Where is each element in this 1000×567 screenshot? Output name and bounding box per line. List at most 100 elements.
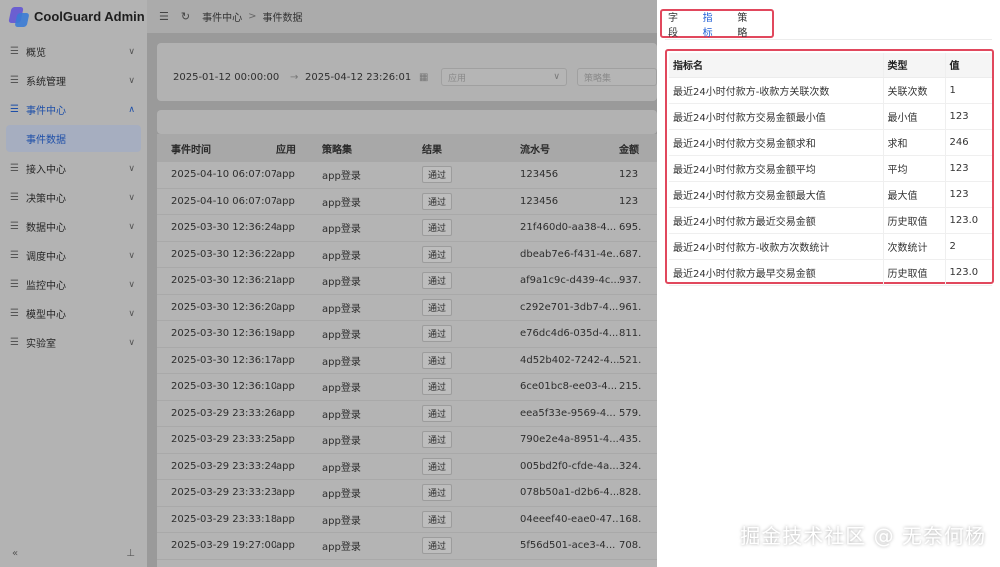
metric-cell: 246 (944, 129, 992, 156)
table-row[interactable]: 2025-03-30 12:36:22 app app登录 通过 dbeab7e6-f4… (157, 242, 657, 268)
sidebar-subitem-event-data[interactable]: 事件数据 (6, 125, 141, 152)
menu-icon: ☰ (10, 163, 19, 174)
refresh-icon[interactable]: ↻ (181, 10, 190, 23)
table-row[interactable]: 2025-03-30 12:36:21 app app登录 通过 af9a1c9c-d4… (157, 268, 657, 295)
table-cell: 通过 (422, 351, 520, 369)
table-row[interactable]: 2025-04-10 06:07:07 app app登录 通过 123456 123 (157, 162, 657, 189)
sidebar-item-label: 事件中心 (26, 106, 66, 117)
metric-cell: 123 (944, 155, 992, 182)
table-row[interactable]: 2025-03-29 23:33:23 app app登录 通过 078b50a1-d2… (157, 480, 657, 507)
table-cell: app登录 (322, 303, 361, 315)
chevron-up-icon: ∧ (128, 104, 135, 115)
table-row[interactable]: 2025-03-29 23:33:18 app app登录 通过 04eeef40-ea… (157, 507, 657, 533)
sidebar-item-schedule[interactable]: ☰ 调度中心 ∨ (0, 241, 147, 270)
metric-table-box: 指标名 类型 值 最近24小时付款方-收款方关联次数 关联次数 1 最近24小时付款方… (665, 49, 994, 286)
table-cell: app登录 (322, 383, 361, 395)
metric-cell: 次数统计 (882, 233, 945, 260)
metric-header-row: 指标名 类型 值 (669, 53, 992, 78)
metric-cell: 最近24小时付款方-收款方关联次数 (669, 77, 883, 104)
table-row[interactable]: 2025-03-30 12:36:10 app app登录 通过 6ce01bc8-ee… (157, 374, 657, 401)
metric-cell: 最近24小时付款方交易金额最小值 (669, 103, 883, 130)
table-cell: app登录 (322, 330, 361, 342)
metric-row: 最近24小时付款方交易金额平均 平均 123 (669, 155, 992, 182)
sidebar-item-label: 调度中心 (26, 252, 66, 263)
breadcrumb-item[interactable]: 事件中心 (202, 9, 242, 24)
result-tag: 通过 (422, 431, 453, 449)
table-cell: 168. (619, 513, 642, 525)
table-row[interactable]: 2025-03-29 19:27:00 app app登录 通过 5f56d501-ac… (157, 533, 657, 560)
top-bar: ☰ ↻ 事件中心 > 事件数据 (147, 0, 657, 33)
logo-row[interactable]: CoolGuard Admin (0, 0, 147, 33)
table-cell: 961. (619, 301, 642, 313)
table-cell: 2025-03-30 12:36:21 (171, 275, 276, 287)
table-row[interactable]: 2025-03-30 12:36:24 app app登录 通过 21f460d0-aa… (157, 215, 657, 242)
result-tag: 通过 (422, 404, 453, 422)
metric-cell: 123 (944, 181, 992, 208)
sidebar-item-system[interactable]: ☰ 系统管理 ∨ (0, 66, 147, 95)
table-row[interactable]: 2025-04-10 06:07:07 app app登录 通过 123456 123 (157, 189, 657, 215)
sidebar-item-decision[interactable]: ☰ 决策中心 ∨ (0, 183, 147, 212)
sidebar-item-event-center[interactable]: ☰ 事件中心 ∧ (0, 95, 147, 124)
logo-icon (8, 6, 30, 27)
end-date-input[interactable]: 2025-04-12 23:26:01 (305, 67, 411, 87)
table-cell: 通过 (422, 192, 520, 210)
table-cell: 2025-03-29 19:27:00 (171, 540, 276, 552)
app-select[interactable]: 应用 ∨ (441, 68, 567, 86)
calendar-icon[interactable]: ▦ (419, 67, 428, 87)
breadcrumb-item: 事件数据 (262, 13, 303, 24)
column-header: 结果 (422, 144, 442, 156)
result-tag: 通过 (422, 298, 453, 316)
sidebar-item-model[interactable]: ☰ 模型中心 ∨ (0, 299, 147, 328)
table-cell: app登录 (322, 436, 361, 448)
table-row[interactable]: 2025-03-29 23:33:25 app app登录 通过 790e2e4a-89… (157, 427, 657, 454)
metric-row: 最近24小时付款方最早交易金额 历史取值 123.0 (669, 259, 992, 286)
result-tag: 通过 (422, 537, 453, 555)
result-tag: 通过 (422, 378, 453, 396)
table-row[interactable]: 2025-03-30 12:36:20 app app登录 通过 c292e701-3d… (157, 295, 657, 321)
menu-icon: ☰ (10, 104, 19, 115)
drawer-tabs: 字段 指标 策略 (660, 9, 774, 39)
table-cell: app登录 (322, 197, 361, 209)
result-tag: 通过 (422, 166, 453, 184)
pin-icon[interactable]: ⊥ (126, 548, 135, 559)
metric-cell: 123.0 (944, 259, 992, 286)
sidebar-item-access[interactable]: ☰ 接入中心 ∨ (0, 154, 147, 183)
strategy-select[interactable]: 策略集 (577, 68, 657, 86)
sidebar-item-data[interactable]: ☰ 数据中心 ∨ (0, 212, 147, 241)
sidebar-item-lab[interactable]: ☰ 实验室 ∨ (0, 328, 147, 357)
table-cell: app (276, 540, 295, 552)
tab-metrics[interactable]: 指标 (703, 9, 718, 39)
tab-strategies[interactable]: 策略 (737, 9, 752, 39)
menu-icon: ☰ (10, 221, 19, 232)
table-cell: app (276, 407, 295, 419)
tab-fields[interactable]: 字段 (668, 9, 683, 39)
chevron-down-icon: ∨ (128, 337, 135, 348)
table-cell: 435. (619, 434, 642, 446)
table-row[interactable]: 2025-03-29 23:33:26 app app登录 通过 eea5f33e-95… (157, 401, 657, 427)
table-cell: 通过 (422, 537, 520, 555)
sidebar-item-monitor[interactable]: ☰ 监控中心 ∨ (0, 270, 147, 299)
hamburger-icon[interactable]: ☰ (159, 10, 169, 23)
collapse-icon[interactable]: « (12, 548, 18, 559)
metric-row: 最近24小时付款方-收款方次数统计 次数统计 2 (669, 233, 992, 260)
start-date-input[interactable]: 2025-01-12 00:00:00 (173, 67, 279, 87)
table-row[interactable]: 2025-03-30 12:36:17 app app登录 通过 4d52b402-72… (157, 348, 657, 374)
table-cell: app登录 (322, 542, 361, 554)
table-cell: 通过 (422, 219, 520, 237)
table-cell: 通过 (422, 510, 520, 528)
table-cell: app登录 (322, 462, 361, 474)
menu-icon: ☰ (10, 75, 19, 86)
table-row[interactable]: 2025-03-30 12:36:19 app app登录 通过 e76dc4d6-03… (157, 321, 657, 348)
metric-table-body: 最近24小时付款方-收款方关联次数 关联次数 1 最近24小时付款方交易金额最小值 最小… (669, 77, 992, 286)
metric-cell: 历史取值 (882, 207, 945, 234)
table-cell: eea5f33e-9569-4... (520, 407, 616, 419)
table-row[interactable]: 2025-03-29 23:33:24 app app登录 通过 005bd2f0-cf… (157, 454, 657, 480)
sidebar-item-overview[interactable]: ☰ 概览 ∨ (0, 37, 147, 66)
menu-icon: ☰ (10, 46, 19, 57)
table-cell: 2025-03-30 12:36:22 (171, 248, 276, 260)
column-header: 事件时间 (171, 144, 211, 156)
table-cell: 通过 (422, 484, 520, 502)
table-cell: 2025-03-30 12:36:20 (171, 301, 276, 313)
sidebar: CoolGuard Admin ☰ 概览 ∨ ☰ 系统管理 ∨ ☰ 事件中心 ∧… (0, 0, 147, 567)
table-cell: 通过 (422, 166, 520, 184)
